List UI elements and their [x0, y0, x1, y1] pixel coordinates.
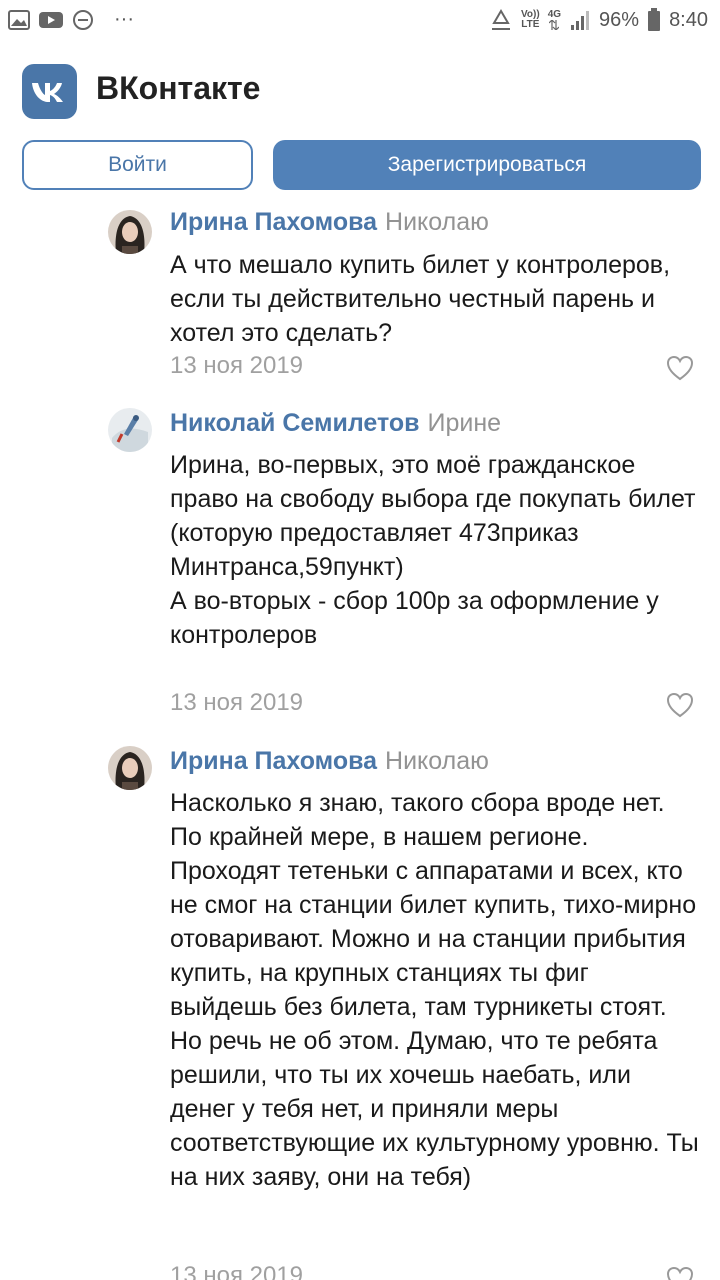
comment-text-line: А во-вторых - сбор 100р за оформление у …	[170, 587, 659, 649]
login-button[interactable]: Войти	[22, 140, 253, 190]
network-type-label: 4G	[547, 9, 562, 20]
status-bar-left: ···	[8, 8, 134, 31]
comments-list: Ирина Пахомова Николаю А что мешало купит…	[0, 200, 720, 1280]
status-bar-right: Vo)) LTE 4G 96% 8:40	[489, 8, 708, 32]
app-header: ВКонтакте	[0, 60, 720, 122]
gallery-icon	[8, 9, 30, 30]
heart-icon[interactable]	[666, 1266, 694, 1280]
comment-date: 13 ноя 2019	[170, 689, 304, 716]
battery-percent: 96%	[599, 8, 640, 31]
status-bar: ··· Vo)) LTE 4G 96% 8:40	[0, 0, 720, 42]
comment-text-line: А что мешало купить билет у контролеров,…	[170, 251, 671, 347]
heart-icon[interactable]	[666, 692, 694, 718]
volte-indicator: Vo)) LTE	[521, 10, 540, 30]
comment-date: 13 ноя 2019	[170, 352, 304, 379]
register-button[interactable]: Зарегистрироваться	[273, 140, 701, 190]
comment-author[interactable]: Николай Семилетов	[170, 409, 420, 437]
screen: ··· Vo)) LTE 4G 96% 8:40 ВКонтакте Войти…	[0, 0, 720, 1280]
data-arrows-icon	[549, 20, 560, 30]
comment-text-line: Насколько я знаю, такого сбора вроде нет…	[170, 789, 699, 1191]
comment-author[interactable]: Ирина Пахомова	[170, 208, 377, 236]
comment-reply-to[interactable]: Ирине	[428, 409, 502, 437]
avatar-image	[108, 210, 152, 254]
comment-author[interactable]: Ирина Пахомова	[170, 747, 377, 775]
avatar[interactable]	[108, 210, 152, 254]
signal-icon	[571, 11, 590, 30]
lte-label: LTE	[521, 19, 540, 30]
battery-icon	[648, 8, 661, 31]
comment-reply-to[interactable]: Николаю	[385, 208, 489, 236]
comment-text-line: Ирина, во-первых, это моё гражданское пр…	[170, 451, 696, 581]
comment-header: Ирина Пахомова Николаю	[170, 208, 489, 237]
do-not-disturb-icon	[73, 9, 93, 30]
avatar[interactable]	[108, 408, 152, 452]
comment-date: 13 ноя 2019	[170, 1262, 304, 1280]
comment-text: Ирина, во-первых, это моё гражданское пр…	[170, 448, 700, 652]
vk-logo	[22, 64, 77, 119]
vk-logo-icon	[31, 82, 63, 102]
comment-reply-to[interactable]: Николаю	[385, 747, 489, 775]
comment-text: А что мешало купить билет у контролеров,…	[170, 248, 700, 350]
avatar[interactable]	[108, 746, 152, 790]
avatar-image	[108, 746, 152, 790]
app-title: ВКонтакте	[96, 70, 261, 106]
more-notifications-icon: ···	[114, 8, 134, 30]
youtube-icon	[39, 11, 63, 28]
avatar-image	[108, 408, 152, 452]
comment-text: Насколько я знаю, такого сбора вроде нет…	[170, 786, 700, 1194]
comment-header: Николай Семилетов Ирине	[170, 409, 501, 438]
comment-header: Ирина Пахомова Николаю	[170, 747, 489, 776]
recycle-icon	[491, 9, 510, 30]
network-indicator: 4G	[548, 10, 561, 30]
clock: 8:40	[669, 8, 708, 31]
heart-icon[interactable]	[666, 355, 694, 381]
